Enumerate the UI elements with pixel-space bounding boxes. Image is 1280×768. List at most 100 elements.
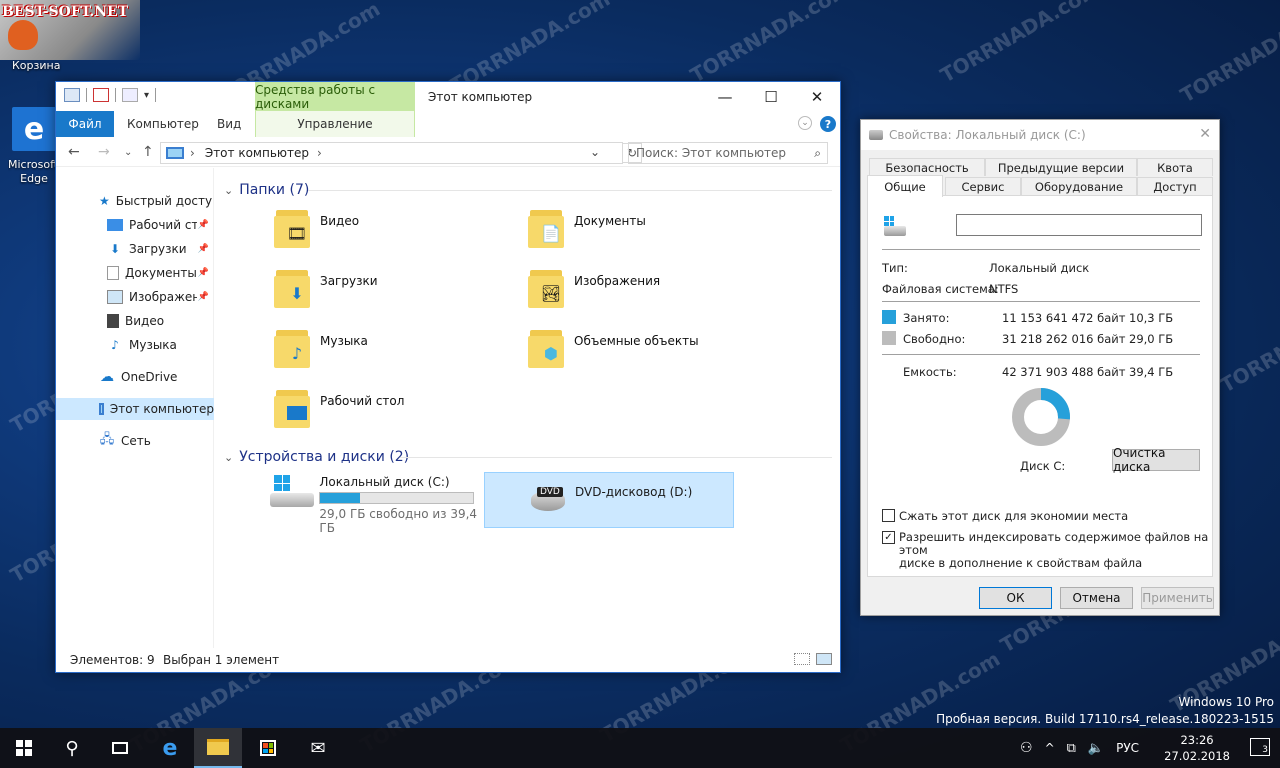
- taskbar-explorer[interactable]: [194, 728, 242, 768]
- disk-cleanup-button[interactable]: Очистка диска: [1112, 446, 1200, 474]
- cloud-icon: ☁: [100, 369, 114, 385]
- search-icon[interactable]: ⌕: [814, 146, 821, 161]
- sidebar-item-documents[interactable]: Документы 📌: [107, 262, 213, 284]
- tab-file[interactable]: Файл: [56, 111, 114, 137]
- disk-tools-context-tab[interactable]: Средства работы с дисками: [255, 82, 415, 111]
- chevron-down-icon[interactable]: ⌄: [224, 184, 233, 197]
- language-indicator[interactable]: РУС: [1116, 741, 1139, 755]
- tab-general[interactable]: Общие: [867, 175, 943, 197]
- folder-3d-objects[interactable]: ⬢ Объемные объекты: [528, 328, 699, 368]
- ok-button[interactable]: ОК: [979, 587, 1052, 609]
- free-label: Свободно:: [903, 332, 966, 346]
- network-icon[interactable]: ⧉: [1067, 741, 1076, 756]
- recycle-bin-label[interactable]: Корзина: [12, 59, 60, 72]
- index-checkbox[interactable]: ✓: [882, 531, 895, 544]
- folder-video[interactable]: 🎞 Видео: [274, 208, 359, 248]
- show-hidden-icons-chevron-up-icon[interactable]: ^: [1045, 741, 1055, 755]
- tab-security[interactable]: Безопасность: [869, 158, 985, 176]
- music-note-icon: ♪: [111, 338, 119, 352]
- sidebar-item-downloads[interactable]: ⬇ Загрузки 📌: [107, 238, 213, 260]
- action-center-notification-icon[interactable]: 3: [1250, 738, 1270, 756]
- address-text[interactable]: Этот компьютер: [205, 146, 309, 160]
- folder-desktop[interactable]: Рабочий стол: [274, 388, 404, 428]
- close-icon[interactable]: ✕: [1199, 126, 1211, 142]
- sidebar-item-this-pc[interactable]: Этот компьютер: [56, 398, 214, 420]
- edge-icon[interactable]: e: [12, 107, 56, 151]
- taskbar-edge[interactable]: e: [146, 728, 194, 768]
- maximize-button[interactable]: ☐: [748, 82, 794, 111]
- pin-icon[interactable]: 📌: [198, 244, 209, 254]
- details-view-icon[interactable]: [794, 653, 810, 665]
- tab-tools[interactable]: Сервис: [945, 177, 1021, 195]
- pin-icon[interactable]: 📌: [198, 292, 209, 302]
- logo-text: BEST-SOFT.NET: [2, 4, 129, 20]
- compress-checkbox[interactable]: [882, 509, 895, 522]
- drive-d[interactable]: DVD DVD-дисковод (D:): [484, 472, 734, 528]
- sidebar-item-network[interactable]: 🖧 Сеть: [99, 430, 213, 452]
- close-button[interactable]: ✕: [794, 82, 840, 111]
- folder-music[interactable]: ♪ Музыка: [274, 328, 368, 368]
- sidebar-item-music[interactable]: ♪ Музыка: [107, 334, 213, 356]
- tab-view[interactable]: Вид: [217, 111, 241, 137]
- group-header-drives[interactable]: ⌄ Устройства и диски (2): [224, 449, 409, 465]
- chevron-right-icon[interactable]: ›: [317, 146, 322, 160]
- sidebar-item-label: Этот компьютер: [109, 402, 214, 416]
- minimize-button[interactable]: —: [702, 82, 748, 111]
- edge-label[interactable]: Microsoft Edge: [8, 158, 60, 186]
- tab-computer[interactable]: Компьютер: [127, 111, 199, 137]
- drive-name-input[interactable]: [956, 214, 1202, 236]
- help-icon[interactable]: ?: [820, 116, 836, 132]
- sidebar-item-desktop[interactable]: Рабочий стол 📌: [107, 214, 213, 236]
- new-folder-icon[interactable]: [122, 88, 138, 102]
- tab-hardware[interactable]: Оборудование: [1021, 177, 1137, 195]
- chevron-down-icon[interactable]: ⌄: [224, 451, 233, 464]
- folder-label: Видео: [320, 214, 360, 228]
- pin-icon[interactable]: 📌: [198, 268, 209, 278]
- up-arrow-icon[interactable]: ↑: [142, 144, 154, 160]
- sidebar-item-pictures[interactable]: Изображения 📌: [107, 286, 213, 308]
- pin-icon[interactable]: 📌: [198, 220, 209, 230]
- search-button[interactable]: ⚲: [48, 728, 96, 768]
- recycle-bin-icon[interactable]: [8, 20, 38, 50]
- folder-documents[interactable]: 📄 Документы: [528, 208, 646, 248]
- tab-previous-versions[interactable]: Предыдущие версии: [985, 158, 1137, 176]
- address-bar[interactable]: › Этот компьютер › ⌄ ↻: [160, 142, 642, 164]
- watermark: TORRNADA.com: [1216, 286, 1280, 398]
- qa-dropdown-icon[interactable]: ▾: [144, 90, 149, 101]
- search-input[interactable]: Поиск: Этот компьютер ⌕: [628, 142, 828, 164]
- forward-arrow-icon[interactable]: →: [98, 144, 110, 160]
- group-divider: [400, 457, 832, 458]
- address-dropdown-icon[interactable]: ⌄: [590, 145, 600, 159]
- content-area: ⌄ Папки (7) 🎞 Видео 📄 Документы ⬇ Загруз…: [216, 168, 840, 648]
- chevron-right-icon[interactable]: ›: [190, 146, 195, 160]
- tab-quota[interactable]: Квота: [1137, 158, 1213, 176]
- sidebar-item-quick-access[interactable]: ★ Быстрый доступ: [99, 190, 213, 212]
- taskbar-mail[interactable]: ✉: [294, 728, 342, 768]
- ribbon-expand-icon[interactable]: ⌄: [798, 116, 812, 130]
- large-icons-view-icon[interactable]: [816, 653, 832, 665]
- drive-c[interactable]: Локальный диск (C:) 29,0 ГБ свободно из …: [268, 473, 488, 535]
- capacity-gb: 39,4 ГБ: [1129, 365, 1174, 379]
- edge-label-line1: Microsoft: [8, 158, 59, 171]
- group-header-folders[interactable]: ⌄ Папки (7): [224, 182, 309, 198]
- tab-manage[interactable]: Управление: [255, 111, 415, 137]
- start-button[interactable]: [0, 728, 48, 768]
- computer-icon[interactable]: [64, 88, 80, 102]
- people-icon[interactable]: ⚇: [1020, 740, 1033, 756]
- sidebar-item-label: Изображения: [129, 290, 197, 304]
- properties-icon[interactable]: [93, 88, 109, 102]
- taskbar-store[interactable]: [244, 728, 292, 768]
- task-view-button[interactable]: [96, 728, 144, 768]
- windows-logo-icon: [16, 740, 32, 756]
- sidebar-item-video[interactable]: Видео: [107, 310, 213, 332]
- clock[interactable]: 23:26 27.02.2018: [1164, 732, 1230, 764]
- back-arrow-icon[interactable]: ←: [68, 144, 80, 160]
- cancel-button[interactable]: Отмена: [1060, 587, 1133, 609]
- apply-button[interactable]: Применить: [1141, 587, 1214, 609]
- folder-pictures[interactable]: 🏞 Изображения: [528, 268, 660, 308]
- sidebar-item-onedrive[interactable]: ☁ OneDrive: [99, 366, 213, 388]
- folder-downloads[interactable]: ⬇ Загрузки: [274, 268, 378, 308]
- recent-dropdown-icon[interactable]: ⌄: [124, 147, 132, 158]
- tab-sharing[interactable]: Доступ: [1137, 177, 1213, 195]
- volume-icon[interactable]: 🔈: [1088, 741, 1104, 756]
